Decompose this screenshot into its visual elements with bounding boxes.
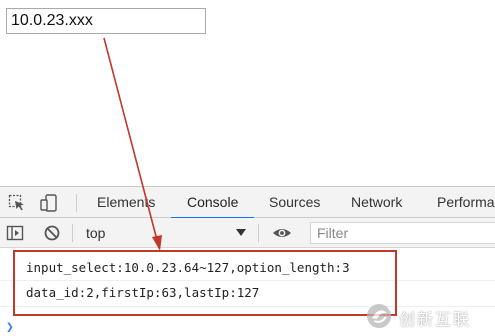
toolbar-divider	[76, 194, 77, 212]
inspect-element-icon[interactable]	[8, 194, 26, 212]
toolbar-divider	[258, 224, 259, 242]
clear-console-icon[interactable]	[43, 224, 61, 242]
tab-sources[interactable]: Sources	[269, 187, 320, 218]
console-output: input_select:10.0.23.64~127,option_lengt…	[0, 248, 495, 336]
console-log-line: input_select:10.0.23.64~127,option_lengt…	[26, 260, 350, 275]
ip-input[interactable]	[6, 8, 206, 34]
console-toolbar: top	[0, 218, 495, 248]
tab-performance[interactable]: Performa	[437, 187, 495, 218]
chevron-down-icon[interactable]	[236, 229, 246, 236]
filter-box	[310, 222, 495, 244]
devtools-panel: Elements Console Sources Network Perform…	[0, 186, 495, 336]
filter-input[interactable]	[317, 224, 487, 242]
tab-console[interactable]: Console	[170, 187, 255, 219]
tab-network[interactable]: Network	[351, 187, 402, 218]
devtools-tabbar: Elements Console Sources Network Perform…	[0, 186, 495, 219]
console-row-divider	[0, 306, 495, 307]
console-sidebar-icon[interactable]	[6, 224, 24, 242]
console-row-divider	[0, 280, 495, 281]
console-log-line: data_id:2,firstIp:63,lastIp:127	[26, 285, 260, 300]
device-toolbar-icon[interactable]	[40, 194, 58, 212]
console-prompt-chevron-icon[interactable]: ❯	[6, 320, 14, 335]
tab-elements[interactable]: Elements	[97, 187, 155, 218]
toolbar-divider	[72, 224, 73, 242]
eye-icon[interactable]	[272, 224, 292, 242]
execution-context-selector[interactable]: top	[86, 225, 105, 241]
